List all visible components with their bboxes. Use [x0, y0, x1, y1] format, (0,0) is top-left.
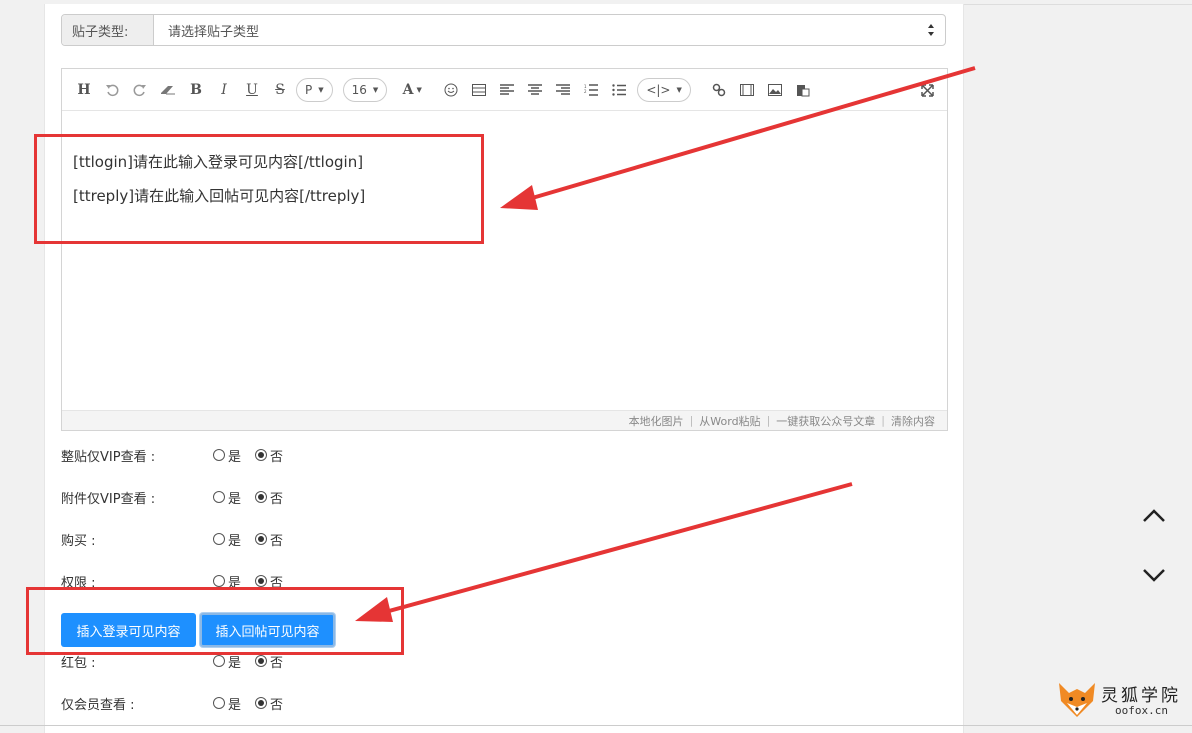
watermark-site: oofox.cn: [1115, 704, 1168, 717]
annotation-arrows: [355, 66, 976, 622]
bottom-divider: [0, 725, 1192, 726]
scroll-up-chevron-icon[interactable]: [1140, 507, 1168, 525]
watermark-title: 灵狐学院: [1101, 686, 1181, 706]
watermark: 灵狐学院 oofox.cn: [1055, 679, 1185, 723]
scroll-down-chevron-icon[interactable]: [1140, 566, 1168, 584]
fox-logo-icon: [1059, 683, 1095, 717]
